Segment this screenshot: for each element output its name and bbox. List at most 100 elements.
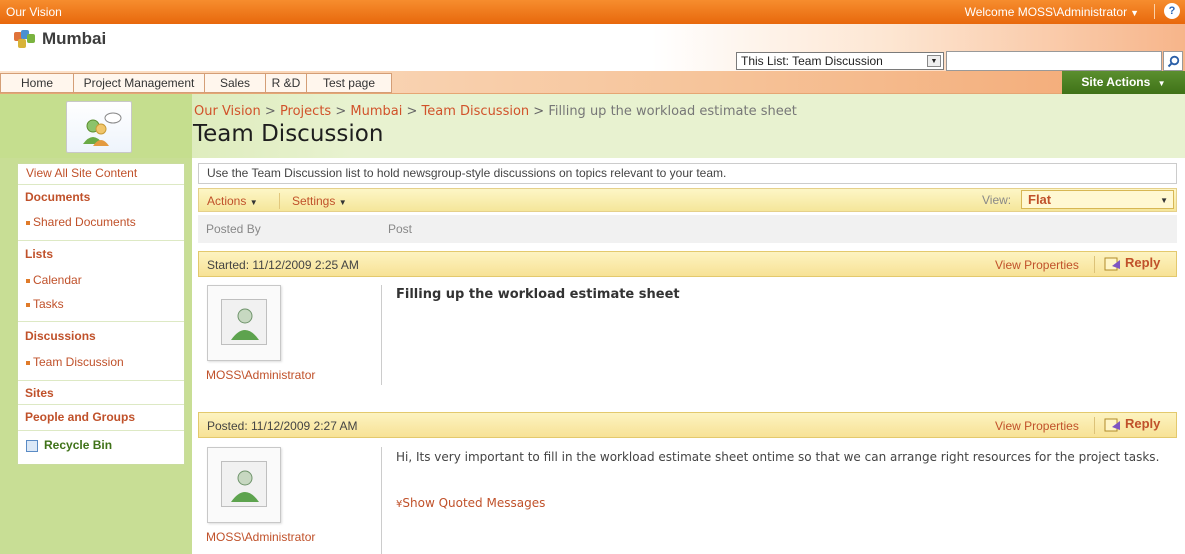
nav-item-label: Team Discussion: [33, 355, 124, 369]
view-all-site-content-link[interactable]: View All Site Content: [18, 166, 184, 180]
site-title[interactable]: Mumbai: [42, 29, 106, 49]
column-post[interactable]: Post: [388, 222, 412, 236]
divider: [18, 184, 184, 185]
help-icon[interactable]: ?: [1164, 3, 1180, 19]
post-date: Posted: 11/12/2009 2:27 AM: [207, 419, 358, 433]
avatar: [207, 447, 281, 523]
post-header: Started: 11/12/2009 2:25 AM View Propert…: [198, 251, 1177, 277]
search-input[interactable]: [946, 51, 1162, 71]
recycle-bin-label: Recycle Bin: [44, 438, 113, 452]
list-description: Use the Team Discussion list to hold new…: [198, 163, 1177, 184]
tab-rd[interactable]: R &D: [265, 73, 307, 93]
show-quoted-messages-link[interactable]: ¥Show Quoted Messages: [396, 496, 545, 510]
reply-label: Reply: [1125, 255, 1161, 270]
search-scope-select[interactable]: This List: Team Discussion ▼: [736, 52, 944, 70]
divider: [1154, 4, 1155, 19]
reply-button[interactable]: Reply: [1104, 255, 1160, 272]
top-nav: Home Project Management Sales R &D Test …: [0, 71, 1185, 94]
nav-heading-people-and-groups[interactable]: People and Groups: [18, 410, 184, 424]
page-title: Team Discussion: [193, 121, 384, 147]
view-label: View:: [982, 193, 1012, 207]
settings-menu[interactable]: Settings ▼: [292, 194, 347, 208]
view-properties-link[interactable]: View Properties: [995, 419, 1079, 433]
nav-item-calendar[interactable]: Calendar: [18, 273, 184, 287]
breadcrumb-team-discussion[interactable]: Team Discussion: [422, 104, 530, 119]
tab-project-management[interactable]: Project Management: [73, 73, 205, 93]
view-value: Flat: [1028, 192, 1052, 207]
post-date: Started: 11/12/2009 2:25 AM: [207, 258, 359, 272]
reply-label: Reply: [1125, 416, 1161, 431]
reply-icon: [1104, 417, 1122, 433]
nav-item-tasks[interactable]: Tasks: [18, 297, 184, 311]
global-site-link[interactable]: Our Vision: [6, 5, 62, 19]
site-logo-icon: [14, 30, 36, 48]
divider: [18, 240, 184, 241]
settings-label: Settings: [292, 194, 336, 208]
breadcrumb-projects[interactable]: Projects: [280, 104, 331, 119]
breadcrumb-mumbai[interactable]: Mumbai: [350, 104, 402, 119]
bullet-icon: [26, 278, 30, 283]
show-quoted-label: Show Quoted Messages: [402, 496, 546, 510]
actions-label: Actions: [207, 194, 247, 208]
nav-heading-lists[interactable]: Lists: [18, 247, 184, 261]
user-icon: [221, 299, 267, 345]
welcome-menu[interactable]: Welcome MOSS\Administrator ▼: [965, 5, 1139, 19]
site-header: Mumbai This List: Team Discussion ▼: [0, 24, 1185, 71]
post-header: Posted: 11/12/2009 2:27 AM View Properti…: [198, 412, 1177, 438]
chevron-down-icon: ▼: [1130, 8, 1139, 18]
user-icon: [221, 461, 267, 507]
breadcrumb-separator: >: [406, 104, 418, 119]
divider: [18, 321, 184, 322]
nav-item-label: Calendar: [33, 273, 82, 287]
breadcrumb-separator: >: [533, 104, 545, 119]
divider: [1094, 256, 1095, 273]
nav-heading-discussions[interactable]: Discussions: [18, 329, 184, 343]
recycle-bin-link[interactable]: Recycle Bin: [26, 438, 192, 452]
post-author[interactable]: MOSS\Administrator: [206, 530, 315, 544]
view-select[interactable]: Flat ▼: [1021, 190, 1174, 209]
search-scope-value: This List: Team Discussion: [741, 54, 883, 68]
actions-menu[interactable]: Actions ▼: [207, 194, 258, 208]
column-headers: Posted By Post: [198, 215, 1177, 243]
nav-heading-sites[interactable]: Sites: [18, 386, 184, 400]
avatar: [207, 285, 281, 361]
breadcrumb-our-vision[interactable]: Our Vision: [194, 104, 261, 119]
post-body: Hi, Its very important to fill in the wo…: [396, 450, 1160, 464]
divider: [18, 430, 184, 431]
bullet-icon: [26, 220, 30, 225]
global-bar: Our Vision Welcome MOSS\Administrator ▼ ?: [0, 0, 1185, 24]
breadcrumb-separator: >: [335, 104, 347, 119]
reply-icon: [1104, 256, 1122, 272]
chevron-down-icon: ▼: [1157, 79, 1166, 88]
breadcrumb: Our Vision > Projects > Mumbai > Team Di…: [194, 104, 797, 119]
welcome-text: Welcome MOSS\Administrator: [964, 5, 1128, 19]
breadcrumb-current: Filling up the workload estimate sheet: [548, 104, 797, 119]
post-subject: Filling up the workload estimate sheet: [396, 287, 680, 302]
reply-button[interactable]: Reply: [1104, 416, 1160, 433]
divider: [18, 380, 184, 381]
search-button[interactable]: [1163, 51, 1183, 71]
recycle-bin-icon: [26, 439, 38, 452]
post-author[interactable]: MOSS\Administrator: [206, 368, 315, 382]
site-actions-button[interactable]: Site Actions ▼: [1062, 71, 1185, 94]
site-actions-label: Site Actions: [1081, 75, 1151, 89]
nav-item-team-discussion[interactable]: Team Discussion: [18, 355, 184, 369]
divider: [381, 285, 382, 385]
chevron-down-icon: ▼: [338, 198, 347, 207]
divider: [18, 404, 184, 405]
bullet-icon: [26, 302, 30, 307]
tab-sales[interactable]: Sales: [204, 73, 266, 93]
chevron-down-icon[interactable]: ▼: [927, 55, 941, 67]
search-icon: [1167, 55, 1180, 68]
tab-home[interactable]: Home: [0, 73, 74, 93]
divider: [279, 193, 280, 209]
column-posted-by[interactable]: Posted By: [206, 222, 261, 236]
nav-heading-documents[interactable]: Documents: [18, 190, 184, 204]
nav-item-shared-documents[interactable]: Shared Documents: [18, 215, 184, 229]
tab-test-page[interactable]: Test page: [306, 73, 392, 93]
divider: [381, 447, 382, 554]
divider: [1094, 417, 1095, 434]
breadcrumb-separator: >: [264, 104, 276, 119]
nav-item-label: Tasks: [33, 297, 64, 311]
view-properties-link[interactable]: View Properties: [995, 258, 1079, 272]
